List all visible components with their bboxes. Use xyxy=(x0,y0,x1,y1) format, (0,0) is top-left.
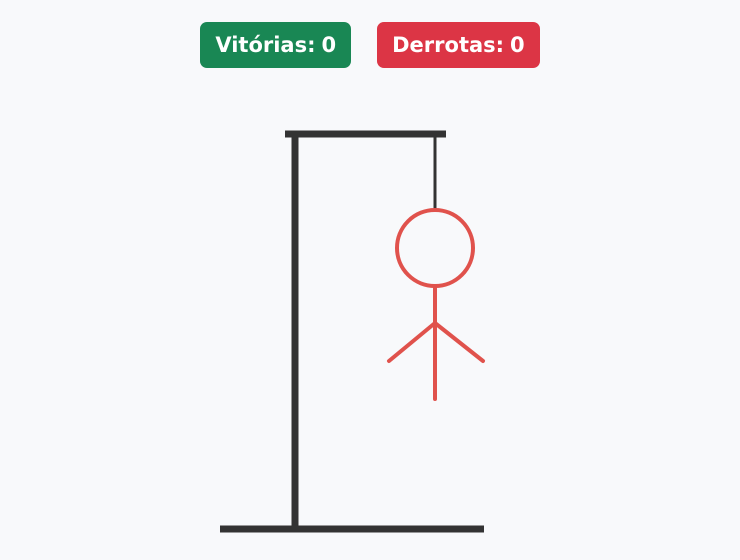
hangman-figure xyxy=(387,208,485,401)
figure-left-arm xyxy=(387,321,437,363)
hangman-drawing xyxy=(220,130,485,533)
figure-right-arm xyxy=(433,321,485,363)
figure-head xyxy=(395,208,475,288)
